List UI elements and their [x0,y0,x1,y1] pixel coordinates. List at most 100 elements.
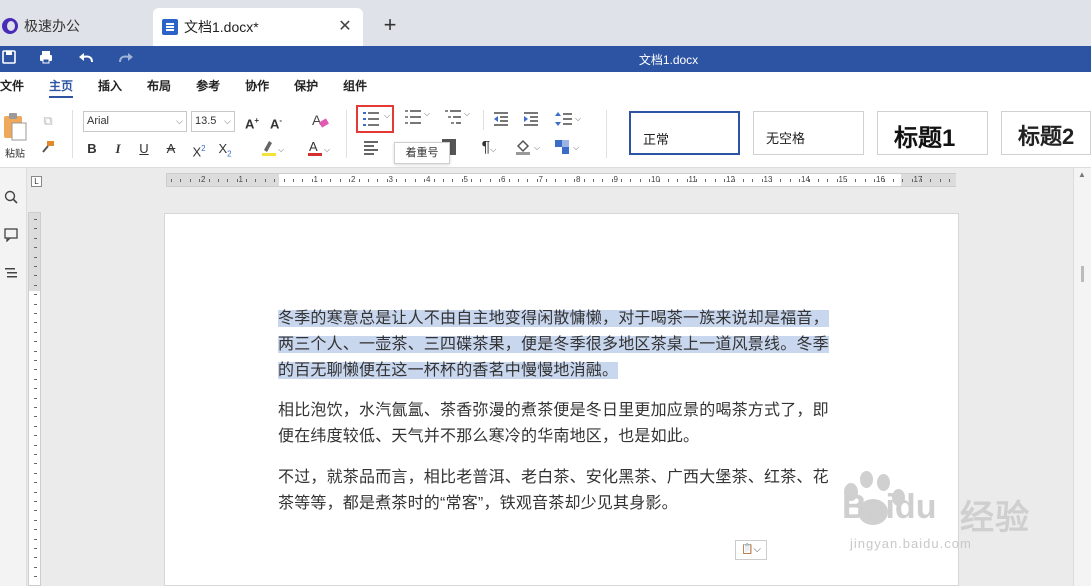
multilevel-list-button[interactable]: ⌵ [440,105,478,133]
comments-icon[interactable] [2,228,20,246]
ruler-tick [414,179,416,182]
ruler-tick [34,444,37,446]
ruler-number: 1 [238,175,243,184]
tab-home[interactable]: 极速办公 [0,8,150,44]
paragraph-3[interactable]: 不过，就茶品而言，相比老普洱、老白茶、安化黑茶、广西大堡茶、红茶、花 茶等等，都… [278,465,903,517]
style-no-spacing[interactable]: 无空格 [753,111,864,155]
ruler-tick [808,179,810,182]
ruler-tick [34,256,37,258]
menu-insert[interactable]: 插入 [98,72,122,100]
line-spacing-icon[interactable]: ⌵ [555,111,583,132]
numbered-list-button[interactable]: ⌵ [400,105,438,133]
tab-stop-selector[interactable]: L [31,176,42,187]
paragraph-1[interactable]: 冬季的寒意总是让人不由自主地变得闲散慵懒，对于喝茶一族来说却是福音， 两三个人、… [278,306,903,384]
bullet-list-button[interactable]: ⌵ [356,105,394,133]
highlight-color-icon[interactable]: ⌵ [260,138,288,163]
style-heading1[interactable]: 标题1 [877,111,988,155]
paste-options-icon[interactable]: 📋⌵ [735,540,767,560]
ruler-tick [621,179,622,182]
shading-icon[interactable]: ⌵ [514,138,544,161]
scrollbar-thumb[interactable] [1081,266,1084,282]
font-name-select[interactable]: Arial ⌵ [83,111,187,132]
ruler-tick [34,284,37,286]
ruler-tick [34,407,37,408]
format-painter-icon[interactable] [40,140,56,159]
ruler-number: 8 [576,175,581,184]
menu-collaborate[interactable]: 协作 [245,72,269,100]
ruler-tick [424,179,426,182]
window-title: 文档1.docx [638,53,699,67]
ruler-tick [34,378,37,380]
subscript-icon[interactable]: X2 [215,140,235,164]
svg-text:⌵: ⌵ [534,143,540,152]
tab-bar: 极速办公 文档1.docx* ✕ + [0,0,1091,46]
ruler-tick [34,331,37,333]
scroll-up-icon[interactable]: ▲ [1078,170,1086,179]
ruler-tick [34,275,37,277]
ruler-tick [34,341,37,343]
ruler-tick [386,179,388,182]
ruler-tick [921,179,922,182]
ruler-tick [499,179,501,182]
ruler-tick [714,179,716,182]
close-icon[interactable]: ✕ [335,17,355,37]
copy-icon[interactable]: ⧉ [40,112,56,130]
ruler-tick [34,510,37,512]
align-left-icon[interactable] [363,139,379,160]
ruler-tick [564,179,566,182]
menu-layout[interactable]: 布局 [147,72,171,100]
ruler-number: 9 [613,175,618,184]
vertical-ruler[interactable] [28,212,41,586]
font-name-value: Arial [87,115,110,127]
ruler-number: 5 [463,175,468,184]
clear-format-icon[interactable]: A [311,112,329,133]
paragraph-mark-icon[interactable]: ¶⌵ [476,139,502,159]
menu-file[interactable]: 文件 [0,72,24,100]
new-tab-button[interactable]: + [380,14,400,36]
tab-document[interactable]: 文档1.docx* ✕ [153,8,363,46]
navigation-icon[interactable] [2,266,20,284]
svg-text:A: A [309,139,318,154]
ruler-tick [227,179,229,182]
menu-plugins[interactable]: 组件 [343,72,367,100]
style-normal[interactable]: 正常 [629,111,740,155]
ruler-tick [264,179,266,182]
ruler-tick [471,179,472,182]
menu-references[interactable]: 参考 [196,72,220,100]
app-logo-icon [2,18,18,34]
ruler-tick [34,322,37,324]
borders-icon[interactable]: ⌵ [553,138,583,161]
bold-icon[interactable]: B [84,140,100,158]
font-size-select[interactable]: 13.5 ⌵ [191,111,235,132]
paragraph-2[interactable]: 相比泡饮，水汽氤氲、茶香弥漫的煮茶便是冬日里更加应景的喝茶方式了，即 便在纬度较… [278,398,903,450]
paste-button[interactable] [2,112,28,144]
ruler-tick [536,179,538,182]
increase-indent-icon[interactable] [522,111,540,132]
ruler-tick [34,491,37,493]
ruler-tick [761,179,763,182]
paragraph-line: 冬季的寒意总是让人不由自主地变得闲散慵懒，对于喝茶一族来说却是福音， [278,310,829,327]
underline-icon[interactable]: U [136,140,152,158]
ruler-tick [302,179,304,182]
ruler-tick [34,397,37,399]
ruler-tick [686,179,688,182]
ruler-tick [34,219,37,220]
decrease-font-icon[interactable]: A- [268,112,284,133]
decrease-indent-icon[interactable] [492,111,510,132]
menu-protect[interactable]: 保护 [294,72,318,100]
search-icon[interactable] [2,190,20,208]
ruler-tick [349,179,351,182]
ruler-tick [555,179,557,182]
ruler-tick [677,179,679,182]
menu-home[interactable]: 主页 [49,72,74,100]
font-color-icon[interactable]: A ⌵ [306,138,334,163]
strikethrough-icon[interactable]: A [163,140,179,158]
italic-icon[interactable]: I [110,140,126,158]
increase-font-icon[interactable]: A+ [244,112,260,133]
horizontal-ruler[interactable]: 2 1 1 2 3 4 5 6 7 8 9 10 11 12 13 14 15 16 17 [166,173,956,187]
style-heading2[interactable]: 标题2 [1001,111,1091,155]
superscript-icon[interactable]: X2 [189,140,209,161]
ruler-number: 2 [351,175,356,184]
watermark-url: jingyan.baidu.com [850,536,972,551]
svg-text:⌵: ⌵ [278,145,284,154]
